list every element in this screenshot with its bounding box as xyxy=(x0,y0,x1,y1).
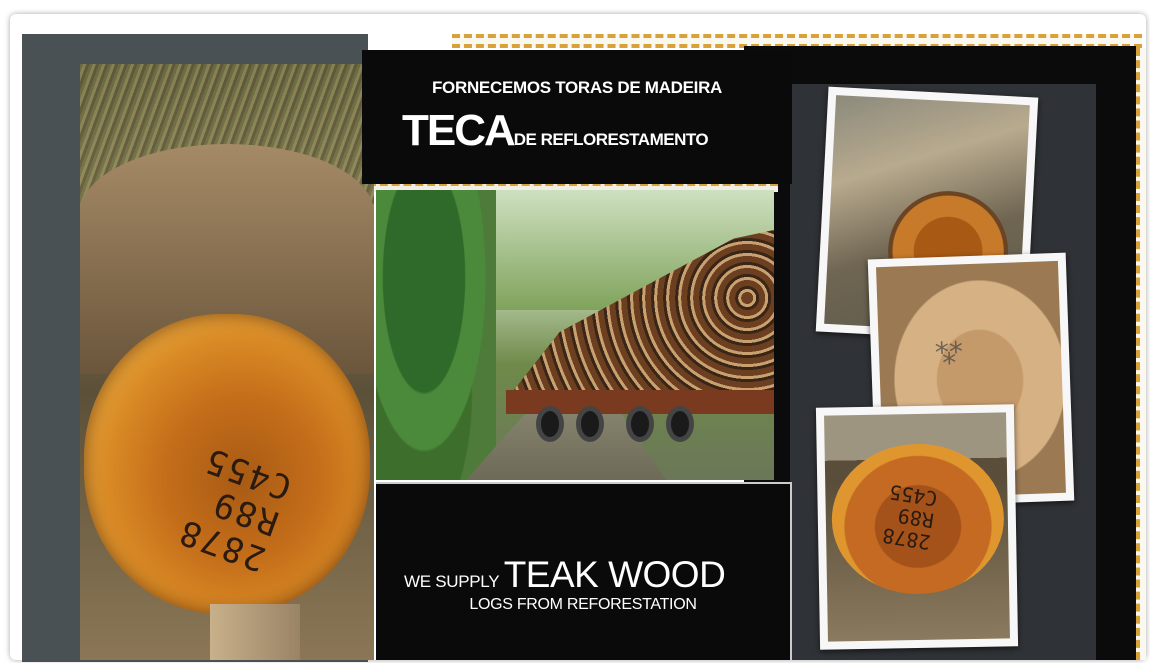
log-scribble-mark: ⁂ xyxy=(934,334,964,369)
title-line-main: TECADE REFLORESTAMENTO xyxy=(402,106,709,156)
polaroid-image: 2878 R89 C455 xyxy=(824,412,1010,642)
log-stump xyxy=(210,604,300,660)
right-dashed-strip xyxy=(1136,48,1146,660)
foreground-trees xyxy=(376,190,496,480)
tagline-main: WE SUPPLY TEAK WOOD xyxy=(404,554,726,596)
truck-wheel xyxy=(576,406,604,442)
truck-wheel xyxy=(626,406,654,442)
truck-wheel xyxy=(536,406,564,442)
polaroid-log-marked: 2878 R89 C455 xyxy=(815,404,1019,650)
tagline-sub: LOGS FROM REFORESTATION xyxy=(469,596,697,613)
truck-wheel xyxy=(666,406,694,442)
title-reflorestamento: DE REFLORESTAMENTO xyxy=(513,130,709,149)
tagline-we-supply: WE SUPPLY xyxy=(404,572,500,591)
log-ink-marking: 2878 R89 C455 xyxy=(880,479,940,555)
title-line-top: FORNECEMOS TORAS DE MADEIRA xyxy=(431,78,723,97)
title-teca: TECA xyxy=(402,106,516,155)
portuguese-title-box: FORNECEMOS TORAS DE MADEIRA TECADE REFLO… xyxy=(362,50,792,184)
english-tagline-box: WE SUPPLY TEAK WOOD LOGS FROM REFORESTAT… xyxy=(376,482,792,660)
tagline-teak-wood: TEAK WOOD xyxy=(503,554,726,595)
teak-log-photo-left: 2878 R89 C455 xyxy=(80,64,374,660)
logging-truck-photo xyxy=(376,190,774,480)
